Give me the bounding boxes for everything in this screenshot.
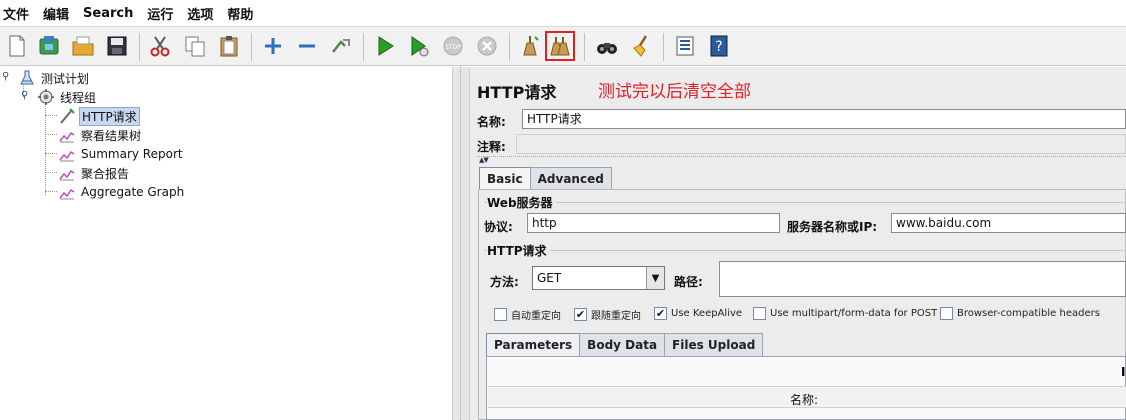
templates-icon[interactable] [34, 31, 64, 61]
tab-advanced[interactable]: Advanced [529, 167, 612, 189]
checkbox-label: Use KeepAlive [671, 308, 743, 319]
tree-node-view-results-tree[interactable]: 察看结果树 [58, 126, 143, 144]
expander-thread-group[interactable]: ⚲ [21, 90, 28, 101]
checkbox-box[interactable]: ✔ [574, 308, 587, 321]
tree-node-http-request[interactable]: HTTP请求 [58, 106, 140, 126]
method-select[interactable]: GET ▼ [532, 266, 665, 290]
http-request-panel: HTTP请求 测试完以后清空全部 名称: HTTP请求 注释: ▲▼ Basic… [470, 67, 1126, 420]
toggle-icon[interactable] [326, 31, 356, 61]
checkbox-label: 自动重定向 [511, 311, 561, 322]
tree-node-thread-group[interactable]: 线程组 [37, 88, 98, 106]
tab-files-upload[interactable]: Files Upload [664, 333, 764, 356]
thread-group-icon [37, 88, 55, 106]
tab-body-data[interactable]: Body Data [579, 333, 666, 356]
help-icon[interactable]: ? [704, 31, 734, 61]
config-tabs: Basic Advanced [479, 167, 612, 189]
save-icon[interactable] [102, 31, 132, 61]
params-column-name: 名称: [790, 393, 819, 407]
tree-node-label: 测试计划 [41, 71, 90, 86]
search-icon[interactable] [592, 31, 622, 61]
tree-node-test-plan[interactable]: 测试计划 [18, 69, 91, 87]
tree-node-label: Aggregate Graph [81, 185, 185, 199]
checkbox-label: Browser-compatible headers [957, 308, 1100, 319]
sampler-icon [58, 107, 76, 125]
listener-icon [58, 126, 76, 144]
tree-node-aggregate-report[interactable]: 聚合报告 [58, 164, 131, 182]
checkbox-label: Use multipart/form-data for POST [770, 308, 938, 319]
protocol-label: 协议: [484, 220, 513, 234]
comment-label: 注释: [477, 140, 506, 154]
annotation-note: 测试完以后清空全部 [598, 82, 751, 102]
copy-icon[interactable] [180, 31, 210, 61]
keepalive-checkbox[interactable]: ✔ Use KeepAlive [654, 307, 742, 320]
tree-node-label: 察看结果树 [81, 128, 142, 143]
expand-icon[interactable] [258, 31, 288, 61]
menu-bar: 文件 编辑 Search 运行 选项 帮助 [0, 0, 1126, 26]
checkbox-label: 跟随重定向 [591, 311, 641, 322]
browser-headers-checkbox[interactable]: Browser-compatible headers [940, 307, 1100, 320]
method-value: GET [537, 271, 562, 285]
server-field[interactable]: www.baidu.com [891, 213, 1126, 233]
clear-icon[interactable] [515, 31, 545, 61]
start-icon[interactable] [370, 31, 400, 61]
menu-options[interactable]: 选项 [187, 4, 213, 23]
shutdown-icon[interactable] [472, 31, 502, 61]
toolbar: STOP ? [0, 26, 1126, 66]
checkbox-box[interactable] [753, 307, 766, 320]
reset-search-icon[interactable] [627, 31, 657, 61]
path-field[interactable] [719, 261, 1126, 297]
checkbox-box[interactable]: ✔ [654, 307, 667, 320]
path-label: 路径: [674, 275, 703, 289]
tree-node-label: 聚合报告 [81, 166, 130, 181]
tree-node-aggregate-graph[interactable]: Aggregate Graph [58, 183, 186, 201]
follow-redirects-checkbox[interactable]: ✔ 跟随重定向 [574, 307, 641, 322]
request-data-tabs: Parameters Body Data Files Upload [486, 333, 764, 356]
method-label: 方法: [490, 275, 519, 289]
tab-basic[interactable]: Basic [479, 167, 531, 189]
web-server-group-title: Web服务器 [487, 194, 556, 211]
protocol-field[interactable]: http [527, 213, 780, 233]
listener-icon [58, 145, 76, 163]
new-icon[interactable] [2, 31, 32, 61]
params-edge-text: I [1121, 365, 1126, 379]
http-request-group-title: HTTP请求 [487, 242, 550, 259]
multipart-checkbox[interactable]: Use multipart/form-data for POST [753, 307, 937, 320]
menu-search[interactable]: Search [83, 6, 133, 21]
page-title: HTTP请求 [477, 83, 557, 102]
menu-edit[interactable]: 编辑 [43, 4, 69, 23]
svg-text:?: ? [715, 39, 722, 55]
checkbox-box[interactable] [940, 307, 953, 320]
start-no-pause-icon[interactable] [404, 31, 434, 61]
listener-icon [58, 183, 76, 201]
comment-field[interactable] [516, 134, 1126, 154]
tree-node-label: 线程组 [60, 90, 97, 105]
name-field[interactable]: HTTP请求 [522, 109, 1126, 129]
function-helper-icon[interactable] [670, 31, 700, 61]
tree-node-summary-report[interactable]: Summary Report [58, 145, 185, 163]
pane-splitter[interactable] [452, 67, 470, 420]
test-plan-tree: ⚲ ⚲ 测试计划 线程组 HTTP请求 察看结果树 Summary Report [0, 67, 452, 420]
stop-icon[interactable]: STOP [438, 31, 468, 61]
svg-text:STOP: STOP [445, 44, 461, 51]
paste-icon[interactable] [214, 31, 244, 61]
checkbox-box[interactable] [494, 308, 507, 321]
tab-parameters[interactable]: Parameters [486, 333, 581, 356]
tree-node-label: HTTP请求 [79, 106, 140, 126]
expander-test-plan[interactable]: ⚲ [2, 71, 9, 82]
auto-redirect-checkbox[interactable]: 自动重定向 [494, 307, 561, 322]
menu-file[interactable]: 文件 [3, 4, 29, 23]
open-icon[interactable] [68, 31, 98, 61]
tree-node-label: Summary Report [81, 147, 183, 161]
menu-help[interactable]: 帮助 [227, 4, 253, 23]
chevron-down-icon[interactable]: ▼ [646, 267, 664, 289]
collapse-icon[interactable] [292, 31, 322, 61]
clear-all-icon[interactable] [545, 31, 575, 61]
cut-icon[interactable] [145, 31, 175, 61]
collapse-arrows-icon[interactable]: ▲▼ [479, 156, 489, 164]
test-plan-icon [18, 69, 36, 87]
name-label: 名称: [477, 115, 506, 129]
listener-icon [58, 164, 76, 182]
menu-run[interactable]: 运行 [147, 4, 173, 23]
server-label: 服务器名称或IP: [787, 220, 878, 234]
